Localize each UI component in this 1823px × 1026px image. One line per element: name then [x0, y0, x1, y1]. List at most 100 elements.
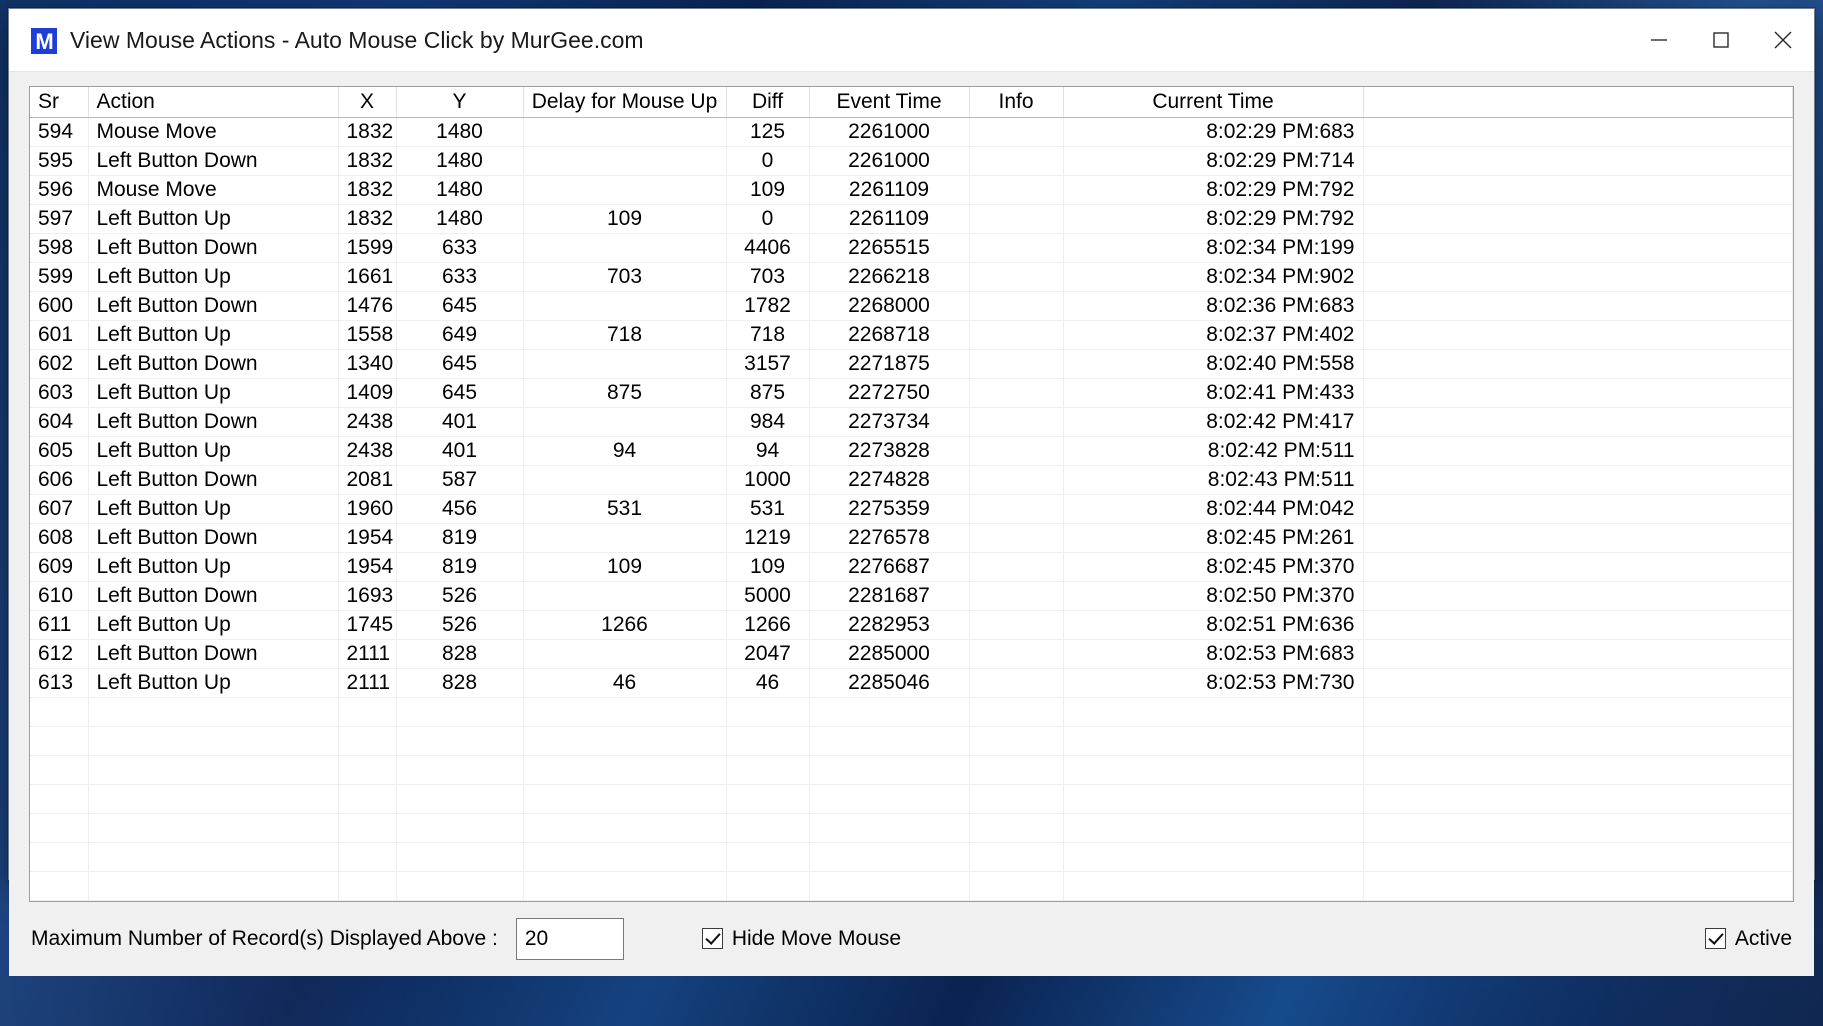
cell-y: 1480 [396, 175, 524, 205]
column-header-x[interactable]: X [338, 87, 397, 118]
column-header-delay[interactable]: Delay for Mouse Up [523, 87, 727, 118]
cell-diff: 0 [726, 146, 810, 176]
table-row[interactable]: 600 Left Button Down 1476 645 1782 2268000 8:0… [30, 291, 1793, 321]
active-checkbox-group[interactable]: Active [1704, 927, 1792, 951]
cell-sr: 598 [30, 233, 89, 263]
table-row[interactable]: 602 Left Button Down 1340 645 3157 2271875 8:0… [30, 349, 1793, 379]
cell-empty [523, 871, 727, 901]
close-button[interactable] [1752, 9, 1814, 71]
cell-delay [523, 146, 727, 176]
cell-empty [30, 784, 89, 814]
cell-current-time: 8:02:34 PM:199 [1063, 233, 1364, 263]
table-row[interactable]: 608 Left Button Down 1954 819 1219 2276578 8:0… [30, 523, 1793, 553]
table-row[interactable]: 607 Left Button Up 1960 456 531 531 2275359 8:0… [30, 494, 1793, 524]
column-header-sr[interactable]: Sr [30, 87, 89, 118]
cell-empty [1063, 813, 1364, 843]
cell-empty [1063, 871, 1364, 901]
maximize-button[interactable] [1690, 9, 1752, 71]
cell-empty [809, 697, 970, 727]
table-row[interactable]: 612 Left Button Down 2111 828 2047 2285000 8:0… [30, 639, 1793, 669]
cell-y: 401 [396, 436, 524, 466]
table-row[interactable]: 599 Left Button Up 1661 633 703 703 2266218 8:0… [30, 262, 1793, 292]
table-row[interactable]: 606 Left Button Down 2081 587 1000 2274828 8:0… [30, 465, 1793, 495]
cell-empty [809, 755, 970, 785]
cell-x: 1960 [338, 494, 397, 524]
cell-empty [969, 755, 1064, 785]
cell-sr: 607 [30, 494, 89, 524]
table-row-empty [30, 871, 1793, 901]
cell-current-time: 8:02:36 PM:683 [1063, 291, 1364, 321]
table-row[interactable]: 601 Left Button Up 1558 649 718 718 2268718 8:0… [30, 320, 1793, 350]
table-row[interactable]: 605 Left Button Up 2438 401 94 94 2273828 8:02:… [30, 436, 1793, 466]
cell-empty [30, 726, 89, 756]
cell-y: 1480 [396, 146, 524, 176]
cell-diff: 875 [726, 378, 810, 408]
cell-empty [969, 871, 1064, 901]
table-row[interactable]: 609 Left Button Up 1954 819 109 109 2276687 8:0… [30, 552, 1793, 582]
cell-event-time: 2282953 [809, 610, 970, 640]
cell-x: 1954 [338, 523, 397, 553]
cell-empty [726, 726, 810, 756]
table-row[interactable]: 610 Left Button Down 1693 526 5000 2281687 8:0… [30, 581, 1793, 611]
cell-event-time: 2285046 [809, 668, 970, 698]
cell-empty [1063, 755, 1364, 785]
minimize-button[interactable] [1628, 9, 1690, 71]
table-row[interactable]: 611 Left Button Up 1745 526 1266 1266 2282953 8… [30, 610, 1793, 640]
app-logo-icon: M [31, 27, 57, 54]
cell-diff: 2047 [726, 639, 810, 669]
table-row[interactable]: 595 Left Button Down 1832 1480 0 2261000 8:02:… [30, 146, 1793, 176]
cell-current-time: 8:02:44 PM:042 [1063, 494, 1364, 524]
column-header-diff[interactable]: Diff [726, 87, 810, 118]
table-row[interactable]: 597 Left Button Up 1832 1480 109 0 2261109 8:02… [30, 204, 1793, 234]
table-row[interactable]: 598 Left Button Down 1599 633 4406 2265515 8:0… [30, 233, 1793, 263]
cell-diff: 1219 [726, 523, 810, 553]
cell-y: 819 [396, 523, 524, 553]
cell-delay: 531 [523, 494, 727, 524]
cell-delay: 46 [523, 668, 727, 698]
cell-action: Left Button Down [88, 639, 339, 669]
cell-action: Left Button Up [88, 262, 339, 292]
column-header-info[interactable]: Info [969, 87, 1064, 118]
table-row[interactable]: 594 Mouse Move 1832 1480 125 2261000 8:02:29 P… [30, 117, 1793, 147]
cell-current-time: 8:02:40 PM:558 [1063, 349, 1364, 379]
mouse-actions-grid[interactable]: Sr Action X Y Delay for Mouse Up Diff Ev… [29, 86, 1794, 902]
column-header-action[interactable]: Action [88, 87, 339, 118]
cell-x: 1832 [338, 204, 397, 234]
cell-empty [809, 842, 970, 872]
hide-move-mouse-checkbox-group[interactable]: Hide Move Mouse [701, 927, 901, 951]
hide-move-mouse-checkbox[interactable] [701, 928, 723, 949]
cell-empty [88, 784, 339, 814]
cell-y: 645 [396, 291, 524, 321]
cell-info [969, 204, 1064, 234]
cell-empty [396, 697, 524, 727]
cell-sr: 608 [30, 523, 89, 553]
cell-y: 1480 [396, 204, 524, 234]
cell-empty [338, 784, 397, 814]
cell-sr: 612 [30, 639, 89, 669]
cell-empty [1063, 842, 1364, 872]
table-row[interactable]: 603 Left Button Up 1409 645 875 875 2272750 8:0… [30, 378, 1793, 408]
cell-empty [726, 784, 810, 814]
column-header-current-time[interactable]: Current Time [1063, 87, 1364, 118]
column-header-event-time[interactable]: Event Time [809, 87, 970, 118]
active-checkbox[interactable] [1704, 928, 1726, 949]
mouse-actions-table: Sr Action X Y Delay for Mouse Up Diff Ev… [30, 87, 1793, 901]
cell-info [969, 523, 1064, 553]
cell-sr: 611 [30, 610, 89, 640]
cell-event-time: 2268000 [809, 291, 970, 321]
max-records-input[interactable] [515, 917, 624, 960]
table-row[interactable]: 596 Mouse Move 1832 1480 109 2261109 8:02:29 P… [30, 175, 1793, 205]
cell-empty [396, 871, 524, 901]
cell-empty [969, 813, 1064, 843]
table-row[interactable]: 613 Left Button Up 2111 828 46 46 2285046 8:02:… [30, 668, 1793, 698]
cell-filler [1363, 581, 1793, 611]
cell-empty [396, 842, 524, 872]
table-row-empty [30, 813, 1793, 843]
cell-filler [1363, 117, 1793, 147]
cell-current-time: 8:02:51 PM:636 [1063, 610, 1364, 640]
cell-info [969, 175, 1064, 205]
column-header-y[interactable]: Y [396, 87, 524, 118]
cell-action: Left Button Up [88, 378, 339, 408]
cell-empty [1363, 784, 1793, 814]
table-row[interactable]: 604 Left Button Down 2438 401 984 2273734 8:02… [30, 407, 1793, 437]
